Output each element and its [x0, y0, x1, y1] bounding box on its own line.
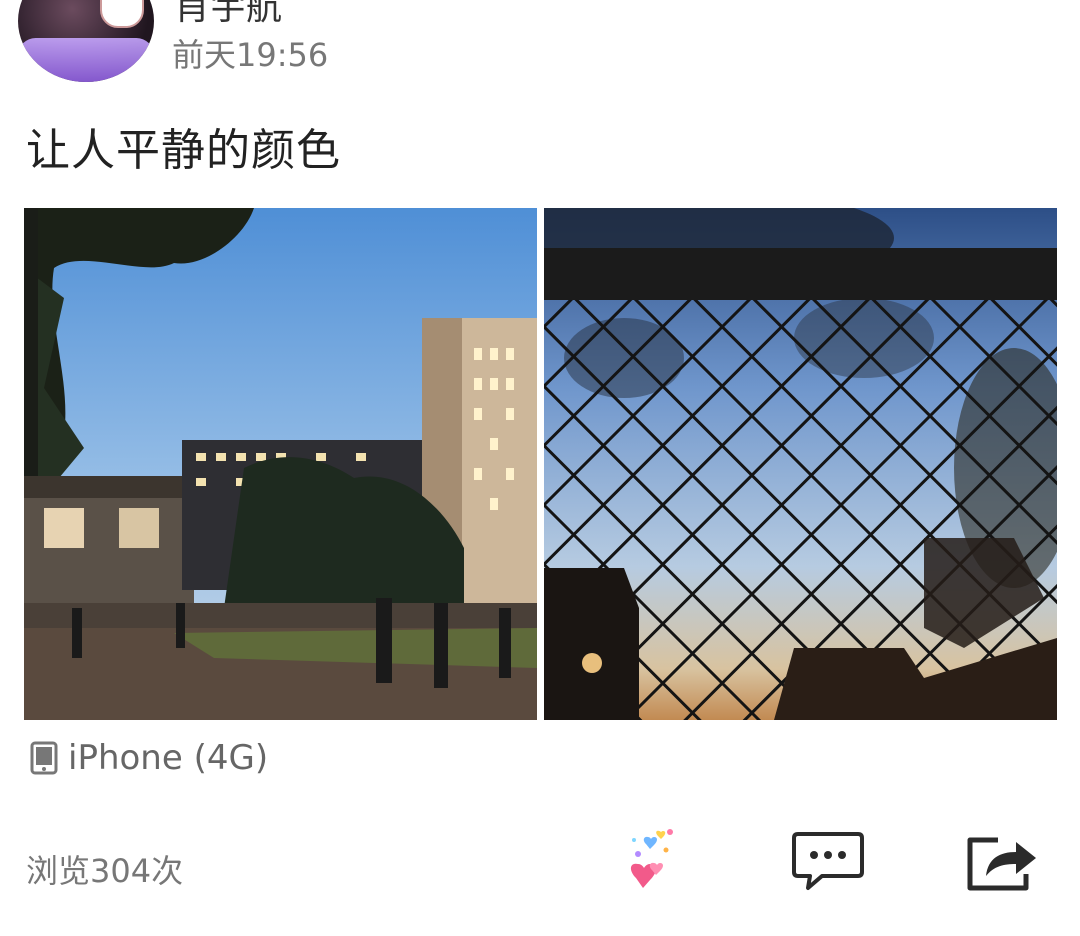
- author-name[interactable]: 肖宇航: [174, 0, 282, 30]
- phone-icon: [30, 741, 58, 775]
- device-label: iPhone (4G): [68, 738, 269, 778]
- comment-button[interactable]: [792, 830, 864, 892]
- avatar[interactable]: [18, 0, 154, 82]
- comment-bubble-icon: [792, 832, 864, 890]
- campus-dusk-photo[interactable]: [24, 208, 537, 720]
- device-info: iPhone (4G): [30, 738, 268, 778]
- post-timestamp: 前天19:56: [172, 36, 329, 74]
- share-button[interactable]: [964, 832, 1038, 892]
- hearts-like-icon: [630, 829, 673, 888]
- like-button[interactable]: [626, 826, 682, 896]
- avatar-cloud-decoration: [18, 38, 154, 82]
- view-count: 浏览304次: [26, 852, 184, 890]
- avatar-rabbit-decoration: [100, 0, 144, 28]
- post-text: 让人平静的颜色: [26, 125, 341, 176]
- chain-link-fence-photo[interactable]: [544, 208, 1057, 720]
- share-arrow-icon: [967, 837, 1036, 891]
